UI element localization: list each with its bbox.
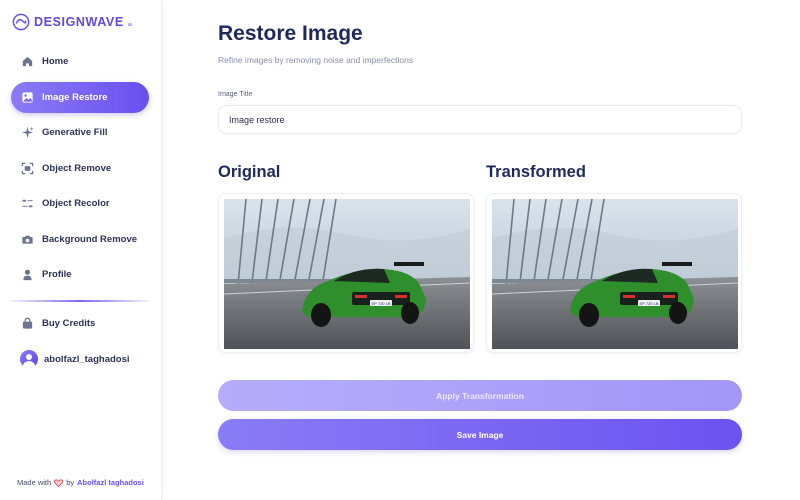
sidebar-nav: Home Image Restore Generative Fill Objec… [11, 46, 149, 295]
save-image-button[interactable]: Save Image [218, 419, 742, 450]
logo-icon [12, 13, 30, 31]
heart-icon [54, 478, 64, 487]
license-plate-text: EP 720 LB [639, 301, 658, 306]
transformed-heading: Transformed [486, 163, 586, 181]
brand-logo[interactable]: DESIGNWAVE ai [12, 13, 132, 31]
image-icon [20, 90, 34, 104]
sidebar-item-label: Home [42, 56, 69, 67]
apply-transformation-button[interactable]: Apply Transformation [218, 380, 742, 411]
sidebar-item-label: Background Remove [42, 233, 138, 245]
sidebar-item-object-remove[interactable]: Object Remove [11, 153, 149, 184]
original-heading: Original [218, 163, 281, 181]
sidebar-item-label: Buy Credits [42, 318, 96, 329]
sidebar-item-label: Image Restore [42, 91, 108, 103]
footer-made-with: Made with [17, 478, 52, 487]
user-icon [20, 268, 34, 282]
sidebar-item-image-restore[interactable]: Image Restore [11, 81, 149, 113]
sidebar-item-home[interactable]: Home [11, 46, 149, 77]
sidebar-item-profile[interactable]: Profile [11, 259, 149, 290]
sidebar-item-background-remove[interactable]: Background Remove [11, 224, 149, 255]
sidebar-item-object-recolor[interactable]: Object Recolor [11, 188, 149, 219]
sidebar-divider [11, 300, 149, 302]
user-profile-link[interactable]: abolfazl_taghadosi [20, 350, 130, 368]
avatar [20, 350, 38, 368]
sidebar-secondary-nav: Buy Credits [11, 308, 149, 344]
original-image-card: EP 720 LB [218, 193, 474, 353]
sidebar-item-label: Object Remove [42, 162, 112, 174]
brand-name: DESIGNWAVE [34, 15, 124, 29]
sidebar-footer: Made with by Abolfazl taghadosi [17, 478, 144, 487]
image-title-input[interactable] [218, 105, 742, 134]
transformed-image[interactable]: EP 720 LB [492, 199, 738, 349]
brand-suffix: ai [127, 22, 132, 28]
transformed-image-card: EP 720 LB [486, 193, 742, 353]
sidebar: DESIGNWAVE ai Home Image Restore Generat… [0, 0, 162, 500]
home-icon [20, 55, 34, 69]
license-plate-text: EP 720 LB [371, 301, 390, 306]
sidebar-item-label: Generative Fill [42, 127, 108, 138]
sparkle-icon [20, 126, 34, 140]
sidebar-item-buy-credits[interactable]: Buy Credits [11, 308, 149, 339]
original-image[interactable]: EP 720 LB [224, 199, 470, 349]
sidebar-item-generative-fill[interactable]: Generative Fill [11, 117, 149, 148]
page-subtitle: Refine images by removing noise and impe… [218, 55, 414, 65]
filter-icon [20, 197, 34, 211]
image-title-label: Image Title [218, 91, 253, 98]
footer-author-link[interactable]: Abolfazl taghadosi [77, 478, 144, 487]
bag-icon [20, 317, 34, 331]
page-title: Restore Image [218, 22, 363, 45]
scan-icon [20, 161, 34, 175]
footer-by: by [66, 478, 75, 487]
user-name: abolfazl_taghadosi [44, 353, 130, 365]
camera-icon [20, 232, 34, 246]
sidebar-item-label: Object Recolor [42, 198, 110, 209]
sidebar-item-label: Profile [42, 269, 72, 280]
